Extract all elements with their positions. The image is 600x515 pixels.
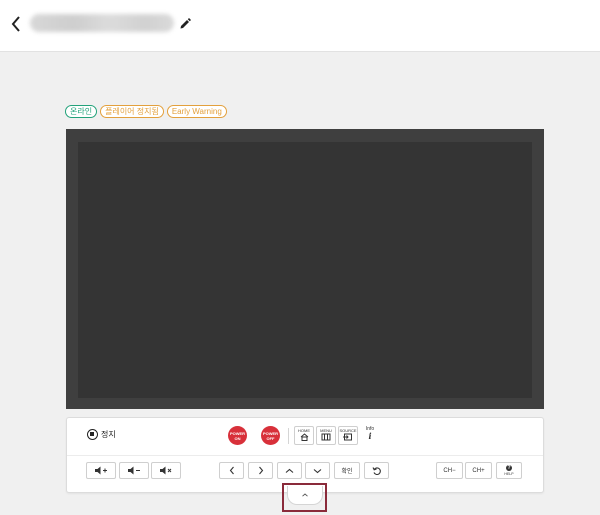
menu-icon [321, 433, 331, 441]
speaker-minus-icon [128, 466, 140, 475]
help-label: HELP [504, 472, 514, 476]
nav-up-button[interactable] [277, 462, 302, 479]
channel-down-label: CH− [443, 467, 456, 474]
divider [288, 428, 289, 444]
volume-up-button[interactable] [86, 462, 116, 479]
stop-label: 정지 [101, 430, 116, 439]
nav-left-button[interactable] [219, 462, 244, 479]
chevron-left-icon [11, 16, 20, 32]
nav-down-button[interactable] [305, 462, 330, 479]
online-badge: 온라인 [65, 105, 98, 118]
highlight-outline [282, 483, 327, 512]
channel-up-label: CH+ [472, 467, 485, 474]
header-bar [0, 0, 600, 52]
home-button[interactable]: HOME [294, 426, 314, 445]
speaker-mute-icon [160, 466, 172, 475]
edit-title-button[interactable] [178, 16, 192, 30]
stop-button[interactable]: 정지 [87, 429, 116, 440]
volume-down-button[interactable] [119, 462, 149, 479]
channel-down-button[interactable]: CH− [436, 462, 463, 479]
mute-button[interactable] [151, 462, 181, 479]
chevron-right-icon [258, 466, 263, 475]
back-return-button[interactable] [364, 462, 389, 479]
home-icon [300, 433, 308, 441]
status-badges: 온라인 플레이어 정지됨 Early Warning [65, 105, 227, 118]
speaker-plus-icon [95, 466, 107, 475]
confirm-button[interactable]: 확인 [334, 462, 360, 479]
back-button[interactable] [9, 14, 25, 34]
nav-right-button[interactable] [248, 462, 273, 479]
help-icon: ? [506, 465, 512, 471]
confirm-label: 확인 [341, 469, 353, 475]
screen-preview [78, 142, 532, 398]
return-icon [372, 466, 381, 475]
panel-divider [67, 455, 543, 456]
power-on-button[interactable]: POWER ON [228, 426, 247, 445]
power-off-label-bottom: OFF [266, 435, 275, 441]
early-warning-badge: Early Warning [166, 105, 227, 118]
channel-up-button[interactable]: CH+ [465, 462, 492, 479]
help-button[interactable]: ? HELP [496, 462, 522, 479]
input-source-icon [343, 433, 352, 441]
remote-control-panel: 정지 POWER ON POWER OFF HOME MENU SOURCE I [66, 417, 544, 493]
info-icon: i [368, 431, 372, 441]
chevron-up-icon [285, 468, 294, 473]
pencil-icon [180, 18, 191, 29]
info-button[interactable]: Info i [360, 426, 380, 445]
stop-icon [87, 429, 98, 440]
chevron-left-icon [229, 466, 234, 475]
power-on-label-bottom: ON [234, 435, 241, 441]
device-title-redacted [30, 14, 174, 32]
player-stopped-badge: 플레이어 정지됨 [100, 105, 164, 118]
chevron-down-icon [313, 468, 322, 473]
source-button[interactable]: SOURCE [338, 426, 358, 445]
menu-button[interactable]: MENU [316, 426, 336, 445]
power-off-button[interactable]: POWER OFF [261, 426, 280, 445]
